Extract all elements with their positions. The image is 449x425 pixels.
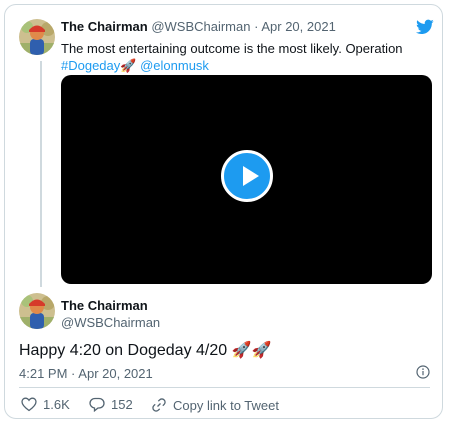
quoted-separator: ·: [254, 19, 259, 34]
main-handle[interactable]: @WSBChairman: [61, 315, 160, 330]
quoted-header: The Chairman @WSBChairman · Apr 20, 2021: [61, 19, 336, 34]
like-count: 1.6K: [43, 397, 70, 412]
info-icon[interactable]: [416, 365, 430, 379]
quoted-text-body: The most entertaining outcome is the mos…: [61, 41, 403, 56]
tweet-meta-separator: ·: [71, 366, 76, 381]
tweet-embed-card[interactable]: The Chairman @WSBChairman · Apr 20, 2021…: [4, 4, 443, 419]
copy-link-label: Copy link to Tweet: [173, 397, 279, 413]
hashtag-emoji: 🚀: [120, 58, 137, 73]
reply-count: 152: [111, 397, 133, 412]
tweet-timestamp[interactable]: 4:21 PM · Apr 20, 2021: [19, 366, 153, 381]
like-button[interactable]: 1.6K: [21, 397, 70, 412]
quoted-date[interactable]: Apr 20, 2021: [261, 19, 335, 34]
avatar-image: [19, 19, 55, 55]
main-tweet-text: Happy 4:20 on Dogeday 4/20 🚀🚀: [19, 342, 272, 359]
twitter-bird-icon[interactable]: [416, 19, 434, 35]
reply-button[interactable]: 152: [89, 397, 133, 412]
video-player[interactable]: [61, 75, 432, 284]
mention-link[interactable]: @elonmusk: [140, 58, 209, 73]
quoted-handle[interactable]: @WSBChairman: [151, 19, 250, 34]
quoted-avatar[interactable]: [19, 19, 55, 55]
quoted-text: The most entertaining outcome is the mos…: [61, 40, 431, 74]
quoted-display-name[interactable]: The Chairman: [61, 19, 148, 34]
actions-divider: [19, 387, 430, 388]
thread-connector-line: [40, 61, 42, 287]
tweet-time[interactable]: 4:21 PM: [19, 366, 67, 381]
copy-link-button[interactable]: Copy link to Tweet: [151, 397, 279, 413]
main-display-name[interactable]: The Chairman: [61, 298, 148, 313]
avatar-image: [19, 293, 55, 329]
hashtag-link[interactable]: #Dogeday: [61, 58, 120, 73]
reply-icon: [89, 397, 105, 412]
main-avatar[interactable]: [19, 293, 55, 329]
link-icon: [152, 398, 166, 412]
tweet-date[interactable]: Apr 20, 2021: [78, 366, 152, 381]
play-icon[interactable]: [221, 150, 273, 202]
heart-icon: [21, 397, 37, 412]
